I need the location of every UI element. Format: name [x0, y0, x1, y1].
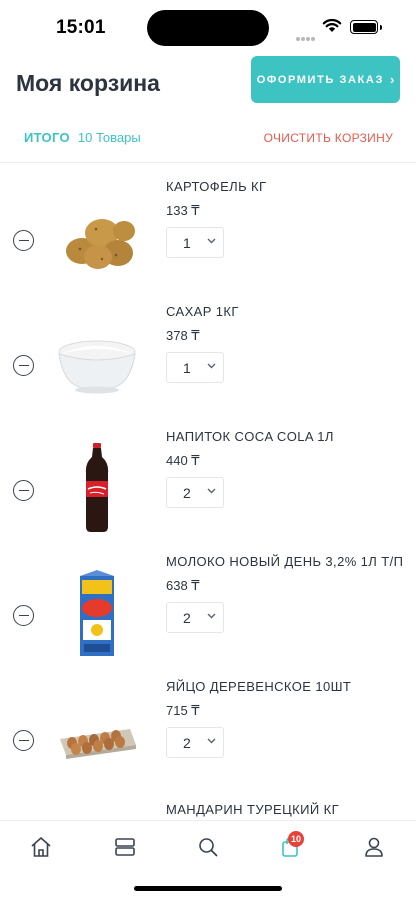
quantity-select[interactable]: 2 [166, 602, 224, 633]
quantity-value: 1 [183, 235, 191, 251]
item-name: МОЛОКО НОВЫЙ ДЕНЬ 3,2% 1Л Т/П [166, 554, 404, 569]
cart-item: МОЛОКО НОВЫЙ ДЕНЬ 3,2% 1Л Т/П 638 ₸ 2 [0, 538, 416, 663]
cart-summary: ИТОГО 10 Товары [24, 130, 141, 145]
product-image-potatoes [66, 219, 135, 269]
product-image-coca-cola [85, 443, 109, 532]
cart-item: КАРТОФЕЛЬ КГ 133 ₸ 1 [0, 163, 416, 288]
remove-item-icon[interactable] [13, 605, 34, 626]
quantity-select[interactable]: 1 [166, 352, 224, 383]
remove-item-icon[interactable] [13, 480, 34, 501]
tab-search[interactable] [194, 833, 222, 861]
item-name: МАНДАРИН ТУРЕЦКИЙ КГ [166, 802, 340, 817]
status-bar: 15:01 [0, 0, 416, 56]
home-icon [31, 837, 51, 857]
cart-item: САХАР 1КГ 378 ₸ 1 [0, 288, 416, 413]
quantity-value: 1 [183, 360, 191, 376]
cart-badge: 10 [288, 831, 304, 847]
quantity-select[interactable]: 1 [166, 227, 224, 258]
item-price: 378 ₸ [166, 328, 200, 343]
quantity-select[interactable]: 2 [166, 727, 224, 758]
tab-home[interactable] [27, 833, 55, 861]
chevron-down-icon [207, 488, 216, 494]
quantity-value: 2 [183, 735, 191, 751]
chevron-down-icon [207, 613, 216, 619]
tab-catalog[interactable] [111, 833, 139, 861]
product-image-milk-carton [80, 570, 114, 656]
remove-item-icon[interactable] [13, 730, 34, 751]
profile-icon [365, 837, 383, 857]
checkout-label: ОФОРМИТЬ ЗАКАЗ [256, 73, 384, 86]
chevron-down-icon [207, 738, 216, 744]
item-name: КАРТОФЕЛЬ КГ [166, 179, 267, 194]
cart-item: НАПИТОК COCA COLA 1Л 440 ₸ 2 [0, 413, 416, 538]
quantity-select[interactable]: 2 [166, 477, 224, 508]
remove-item-icon[interactable] [13, 230, 34, 251]
items-count: 10 Товары [77, 130, 141, 145]
item-name: САХАР 1КГ [166, 304, 239, 319]
chevron-right-icon: › [389, 72, 395, 87]
quantity-value: 2 [183, 485, 191, 501]
item-name: ЯЙЦО ДЕРЕВЕНСКОЕ 10ШТ [166, 679, 352, 694]
status-time: 15:01 [56, 17, 106, 38]
home-indicator [134, 886, 282, 891]
remove-item-icon[interactable] [13, 355, 34, 376]
page-title: Моя корзина [16, 70, 160, 96]
search-icon [199, 838, 218, 857]
chevron-down-icon [207, 363, 216, 369]
cart-item: МАНДАРИН ТУРЕЦКИЙ КГ [0, 788, 416, 820]
battery-icon [350, 20, 382, 34]
wifi-icon [322, 18, 342, 32]
cart-item: ЯЙЦО ДЕРЕВЕНСКОЕ 10ШТ 715 ₸ 2 [0, 663, 416, 788]
quantity-value: 2 [183, 610, 191, 626]
item-price: 715 ₸ [166, 703, 200, 718]
tab-profile[interactable] [360, 833, 388, 861]
product-image-eggs [60, 729, 136, 759]
item-price: 638 ₸ [166, 578, 200, 593]
total-label: ИТОГО [24, 130, 70, 145]
cart-list[interactable]: КАРТОФЕЛЬ КГ 133 ₸ 1 САХАР 1КГ 378 ₸ 1 Н… [0, 163, 416, 820]
product-image-sugar [58, 340, 136, 394]
checkout-button[interactable]: ОФОРМИТЬ ЗАКАЗ › [251, 56, 400, 103]
item-price: 133 ₸ [166, 203, 200, 218]
chevron-down-icon [207, 238, 216, 244]
catalog-icon [115, 838, 135, 856]
clear-cart-button[interactable]: ОЧИСТИТЬ КОРЗИНУ [264, 131, 393, 145]
item-price: 440 ₸ [166, 453, 200, 468]
dynamic-island [147, 10, 269, 46]
item-name: НАПИТОК COCA COLA 1Л [166, 429, 334, 444]
signal-dots-icon [296, 28, 316, 41]
